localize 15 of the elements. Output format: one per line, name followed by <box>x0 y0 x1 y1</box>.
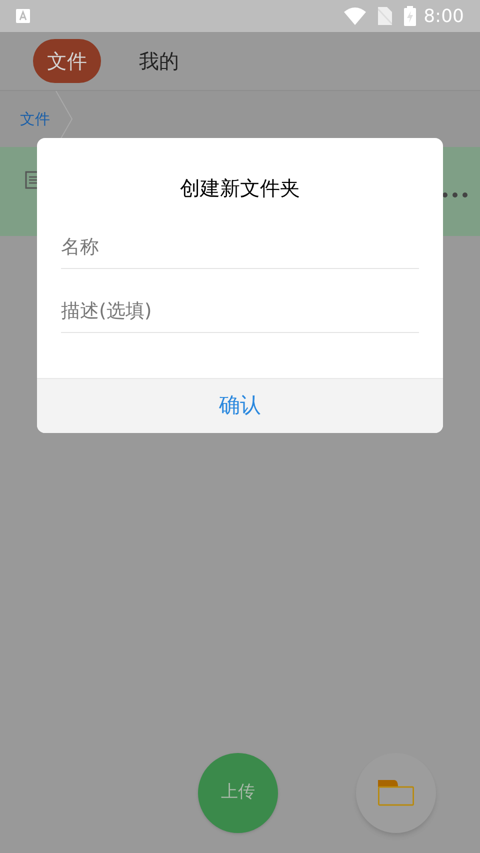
upload-button[interactable]: 上传 <box>198 753 278 833</box>
app-notification-icon <box>16 9 30 23</box>
tab[interactable]: 文件 <box>33 39 101 83</box>
dialog-title: 创建新文件夹 <box>180 175 300 202</box>
input-field[interactable]: 名称 <box>61 225 419 269</box>
wifi-icon <box>344 7 366 25</box>
status-time: 8:00 <box>424 4 464 28</box>
no-sim-icon <box>378 7 392 25</box>
folder-icon <box>378 780 414 806</box>
input-field[interactable]: 描述(选填) <box>61 289 419 333</box>
tab[interactable]: 我的 <box>139 39 179 83</box>
breadcrumb-item[interactable]: 文件 <box>20 108 50 130</box>
more-icon[interactable] <box>442 192 468 198</box>
confirm-button[interactable]: 确认 <box>37 378 443 433</box>
battery-icon <box>404 6 416 26</box>
